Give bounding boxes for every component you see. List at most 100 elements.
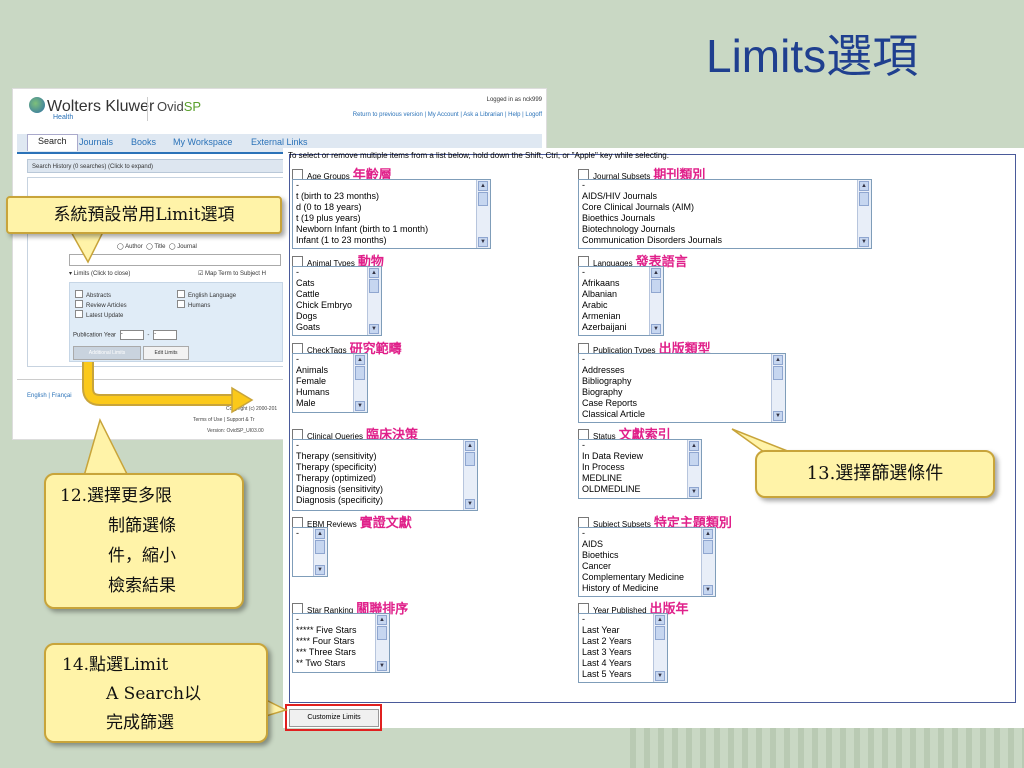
tab-journals[interactable]: Journals	[79, 137, 113, 147]
edit-limits-button[interactable]: Edit Limits	[143, 346, 189, 360]
scroll-thumb[interactable]	[315, 540, 325, 554]
year-from-select[interactable]: -	[119, 330, 144, 340]
scroll-down-icon[interactable]: ▼	[355, 401, 365, 411]
listbox-option[interactable]: -	[579, 354, 785, 365]
english-language-checkbox[interactable]: English Language	[177, 290, 236, 299]
listbox-option[interactable]: Therapy (sensitivity)	[293, 451, 477, 462]
tab-search[interactable]: Search	[27, 134, 78, 151]
scrollbar[interactable]: ▲ ▼	[463, 440, 477, 510]
listbox-option[interactable]: -	[293, 440, 477, 451]
radio-journal[interactable]: Journal	[177, 244, 197, 250]
listbox-option[interactable]: Therapy (optimized)	[293, 473, 477, 484]
map-term-checkbox[interactable]: ☑ Map Term to Subject H	[198, 270, 266, 277]
listbox-option[interactable]: Case Reports	[579, 398, 785, 409]
year-published-listbox[interactable]: - Last Year Last 2 Years Last 3 Years Last 4…	[578, 613, 668, 683]
scroll-up-icon[interactable]: ▲	[859, 181, 869, 191]
star-ranking-listbox[interactable]: - ***** Five Stars **** Four Stars *** Thre…	[292, 613, 390, 673]
checktags-listbox[interactable]: - Animals Female Humans Male ▲ ▼	[292, 353, 368, 413]
listbox-option[interactable]: Infant (1 to 23 months)	[293, 235, 490, 246]
listbox-option[interactable]: In Process	[579, 462, 701, 473]
listbox-option[interactable]: Bioethics Journals	[579, 213, 871, 224]
scroll-up-icon[interactable]: ▲	[651, 268, 661, 278]
scroll-thumb[interactable]	[655, 626, 665, 640]
listbox-option[interactable]: Core Clinical Journals (AIM)	[579, 202, 871, 213]
listbox-option[interactable]: Bibliography	[579, 376, 785, 387]
animal-types-listbox[interactable]: - Cats Cattle Chick Embryo Dogs Goats ▲ ▼	[292, 266, 382, 336]
scroll-thumb[interactable]	[369, 279, 379, 293]
subject-subsets-listbox[interactable]: - AIDS Bioethics Cancer Complementary Medici…	[578, 527, 716, 597]
tab-books[interactable]: Books	[131, 137, 156, 147]
listbox-option[interactable]: d (0 to 18 years)	[293, 202, 490, 213]
listbox-option[interactable]: Cancer	[579, 561, 715, 572]
radio-title[interactable]: Title	[154, 244, 165, 250]
scroll-thumb[interactable]	[689, 452, 699, 466]
scroll-down-icon[interactable]: ▼	[651, 324, 661, 334]
scrollbar[interactable]: ▲ ▼	[653, 614, 667, 682]
scrollbar[interactable]: ▲ ▼	[375, 614, 389, 672]
tab-external-links[interactable]: External Links	[251, 137, 308, 147]
listbox-option[interactable]: Classical Article	[579, 409, 785, 420]
listbox-option[interactable]: MEDLINE	[579, 473, 701, 484]
scroll-up-icon[interactable]: ▲	[315, 529, 325, 539]
scroll-thumb[interactable]	[703, 540, 713, 554]
scroll-up-icon[interactable]: ▲	[703, 529, 713, 539]
scrollbar[interactable]: ▲ ▼	[701, 528, 715, 596]
customize-limits-button[interactable]: Customize Limits	[289, 709, 379, 727]
status-listbox[interactable]: - In Data Review In Process MEDLINE OLDMEDLI…	[578, 439, 702, 499]
scroll-down-icon[interactable]: ▼	[377, 661, 387, 671]
radio-author[interactable]: Author	[125, 244, 143, 250]
scroll-down-icon[interactable]: ▼	[773, 411, 783, 421]
scroll-up-icon[interactable]: ▲	[655, 615, 665, 625]
scroll-thumb[interactable]	[478, 192, 488, 206]
listbox-option[interactable]: t (19 plus years)	[293, 213, 490, 224]
listbox-option[interactable]: Diagnosis (sensitivity)	[293, 484, 477, 495]
scroll-thumb[interactable]	[859, 192, 869, 206]
scroll-up-icon[interactable]: ▲	[465, 441, 475, 451]
listbox-option[interactable]: Communication Disorders Journals	[579, 235, 871, 246]
publication-types-listbox[interactable]: - Addresses Bibliography Biography Case Repo…	[578, 353, 786, 423]
scroll-up-icon[interactable]: ▲	[773, 355, 783, 365]
scroll-down-icon[interactable]: ▼	[315, 565, 325, 575]
scrollbar[interactable]: ▲ ▼	[367, 267, 381, 335]
listbox-option[interactable]: -	[293, 180, 490, 191]
scrollbar[interactable]: ▲ ▼	[857, 180, 871, 248]
scrollbar[interactable]: ▲ ▼	[687, 440, 701, 498]
scroll-thumb[interactable]	[355, 366, 365, 380]
limits-toggle[interactable]: ▾ Limits (Click to close)	[69, 270, 130, 277]
scrollbar[interactable]: ▲ ▼	[313, 528, 327, 576]
scroll-thumb[interactable]	[377, 626, 387, 640]
scrollbar[interactable]: ▲ ▼	[476, 180, 490, 248]
age-groups-listbox[interactable]: -t (birth to 23 months) d (0 to 18 years)…	[292, 179, 491, 249]
listbox-option[interactable]: OLDMEDLINE	[579, 484, 701, 495]
listbox-option[interactable]: AIDS	[579, 539, 715, 550]
scroll-down-icon[interactable]: ▼	[689, 487, 699, 497]
languages-listbox[interactable]: - Afrikaans Albanian Arabic Armenian Azerbaij…	[578, 266, 664, 336]
listbox-option[interactable]: Biography	[579, 387, 785, 398]
scroll-up-icon[interactable]: ▲	[377, 615, 387, 625]
scrollbar[interactable]: ▲ ▼	[771, 354, 785, 422]
scroll-down-icon[interactable]: ▼	[655, 671, 665, 681]
listbox-option[interactable]: Newborn Infant (birth to 1 month)	[293, 224, 490, 235]
listbox-option[interactable]: Biotechnology Journals	[579, 224, 871, 235]
listbox-option[interactable]: Therapy (specificity)	[293, 462, 477, 473]
clinical-queries-listbox[interactable]: - Therapy (sensitivity) Therapy (specifici…	[292, 439, 478, 511]
ebm-reviews-listbox[interactable]: - ▲ ▼	[292, 527, 328, 577]
listbox-option[interactable]: Diagnosis (specificity)	[293, 495, 477, 506]
scroll-down-icon[interactable]: ▼	[478, 237, 488, 247]
listbox-option[interactable]: In Data Review	[579, 451, 701, 462]
scroll-thumb[interactable]	[465, 452, 475, 466]
scroll-down-icon[interactable]: ▼	[703, 585, 713, 595]
search-history-bar[interactable]: Search History (0 searches) (Click to ex…	[27, 159, 284, 173]
scrollbar[interactable]: ▲ ▼	[353, 354, 367, 412]
scroll-thumb[interactable]	[651, 279, 661, 293]
listbox-option[interactable]: Addresses	[579, 365, 785, 376]
scroll-up-icon[interactable]: ▲	[478, 181, 488, 191]
listbox-option[interactable]: -	[579, 528, 715, 539]
scroll-down-icon[interactable]: ▼	[859, 237, 869, 247]
top-links[interactable]: Return to previous version | My Account …	[353, 112, 542, 118]
footer-terms[interactable]: Terms of Use | Support & Tr	[193, 417, 255, 423]
listbox-option[interactable]: Bioethics	[579, 550, 715, 561]
scroll-up-icon[interactable]: ▲	[689, 441, 699, 451]
search-input[interactable]	[69, 254, 281, 266]
journal-subsets-listbox[interactable]: - AIDS/HIV Journals Core Clinical Journals…	[578, 179, 872, 249]
